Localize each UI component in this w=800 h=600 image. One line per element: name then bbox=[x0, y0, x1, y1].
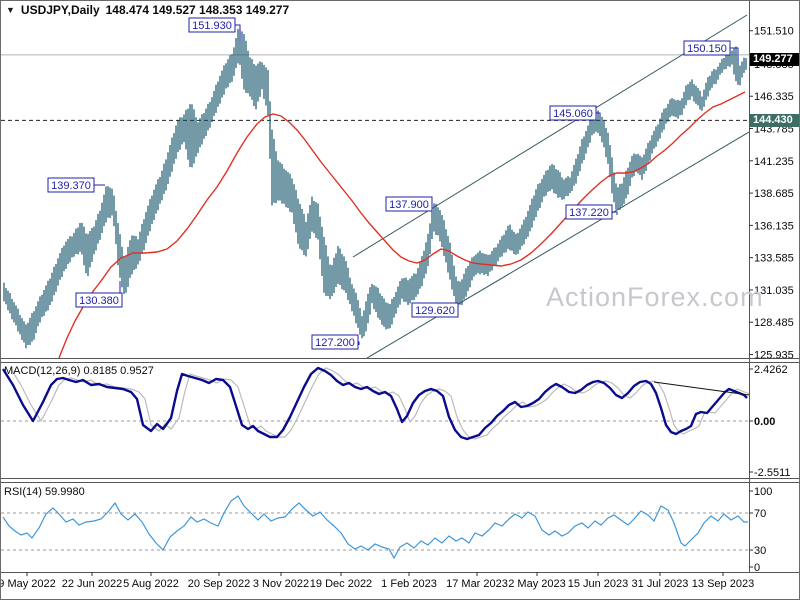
moving-average-line bbox=[58, 91, 746, 358]
price-axis-label: 133.585 bbox=[754, 253, 794, 265]
price-axis-label: 136.135 bbox=[754, 220, 794, 232]
date-axis-label: 22 Jun 2022 bbox=[62, 578, 123, 590]
rsi-pane[interactable] bbox=[1, 495, 749, 560]
symbol-dropdown-icon[interactable]: ▼ bbox=[6, 5, 15, 15]
marked-level-tag: 144.430 bbox=[750, 114, 799, 127]
rsi-axis-label: 0 bbox=[754, 562, 760, 574]
price-axis-label: 125.935 bbox=[754, 350, 794, 362]
date-axis-label: 13 Sep 2023 bbox=[692, 578, 754, 590]
macd-trendline[interactable] bbox=[653, 381, 749, 396]
chart-title-symbol: USDJPY,Daily bbox=[20, 3, 100, 17]
macd-axis-label: 2.4262 bbox=[754, 364, 788, 376]
date-axis-label: 20 Sep 2022 bbox=[188, 578, 250, 590]
annotation-price-label: 137.900 bbox=[389, 199, 429, 211]
price-annotation[interactable]: 130.380 bbox=[75, 281, 123, 308]
price-annotation[interactable]: 137.900 bbox=[385, 196, 433, 212]
price-axis-label: 141.235 bbox=[754, 156, 794, 168]
annotation-price-label: 151.930 bbox=[192, 20, 232, 32]
chart-title-row: ▼ USDJPY,Daily 148.474 149.527 148.353 1… bbox=[6, 3, 289, 17]
price-axis-label: 146.335 bbox=[754, 91, 794, 103]
rsi-axis-label: 100 bbox=[754, 486, 772, 498]
date-axis-label: 15 Jun 2023 bbox=[568, 578, 629, 590]
price-annotation[interactable]: 151.930 bbox=[188, 17, 241, 43]
rsi-axis-label: 30 bbox=[754, 545, 766, 557]
date-axis-label: 3 Nov 2022 bbox=[253, 578, 309, 590]
annotation-connector bbox=[612, 211, 618, 215]
date-axis-label: 17 Mar 2023 bbox=[446, 578, 508, 590]
annotation-price-label: 139.370 bbox=[51, 180, 91, 192]
date-axis-label: 31 Jul 2023 bbox=[632, 578, 689, 590]
price-axis-label: 138.685 bbox=[754, 188, 794, 200]
price-annotation[interactable]: 127.200 bbox=[311, 334, 360, 350]
date-axis-label: 19 Dec 2022 bbox=[310, 578, 372, 590]
chart-window: 151.930 150.150 145.060 139.370 137.900 137.2… bbox=[0, 0, 800, 600]
annotation-price-label: 129.620 bbox=[415, 305, 455, 317]
rsi-indicator-label: RSI(14) 59.9980 bbox=[4, 486, 85, 498]
annotation-price-label: 137.220 bbox=[569, 207, 609, 219]
price-axis-label: 128.485 bbox=[754, 317, 794, 329]
rsi-line bbox=[2, 495, 748, 560]
price-annotation[interactable]: 145.060 bbox=[549, 105, 601, 121]
price-annotation[interactable]: 137.220 bbox=[565, 204, 618, 220]
current-price-tag: 149.277 bbox=[750, 53, 799, 66]
macd-signal-line bbox=[10, 367, 749, 440]
date-axis-label: 5 Aug 2022 bbox=[123, 578, 179, 590]
annotation-price-label: 130.380 bbox=[79, 295, 119, 307]
macd-axis-label: -2.5511 bbox=[754, 467, 791, 479]
chart-title-ohlc: 148.474 149.527 148.353 149.277 bbox=[105, 3, 290, 17]
trend-channel-line-1[interactable] bbox=[366, 131, 749, 358]
date-axis-label: 1 Feb 2023 bbox=[381, 578, 437, 590]
date-axis-label: 9 May 2022 bbox=[1, 578, 56, 590]
date-axis-label: 2 May 2023 bbox=[508, 578, 565, 590]
macd-pane[interactable] bbox=[1, 366, 755, 441]
annotation-price-label: 150.150 bbox=[687, 43, 727, 55]
price-annotation[interactable]: 139.370 bbox=[47, 177, 105, 193]
watermark: ActionForex.com bbox=[546, 282, 764, 312]
annotation-price-label: 145.060 bbox=[553, 108, 593, 120]
annotation-price-label: 127.200 bbox=[315, 337, 355, 349]
price-axis-label: 151.510 bbox=[754, 26, 794, 38]
price-annotation[interactable]: 129.620 bbox=[411, 302, 459, 318]
macd-axis-label: 0.00 bbox=[754, 416, 775, 428]
macd-indicator-label: MACD(12,26,9) 0.8185 0.9527 bbox=[4, 365, 154, 377]
macd-main-line bbox=[1, 366, 748, 441]
rsi-axis-label: 70 bbox=[754, 508, 766, 520]
